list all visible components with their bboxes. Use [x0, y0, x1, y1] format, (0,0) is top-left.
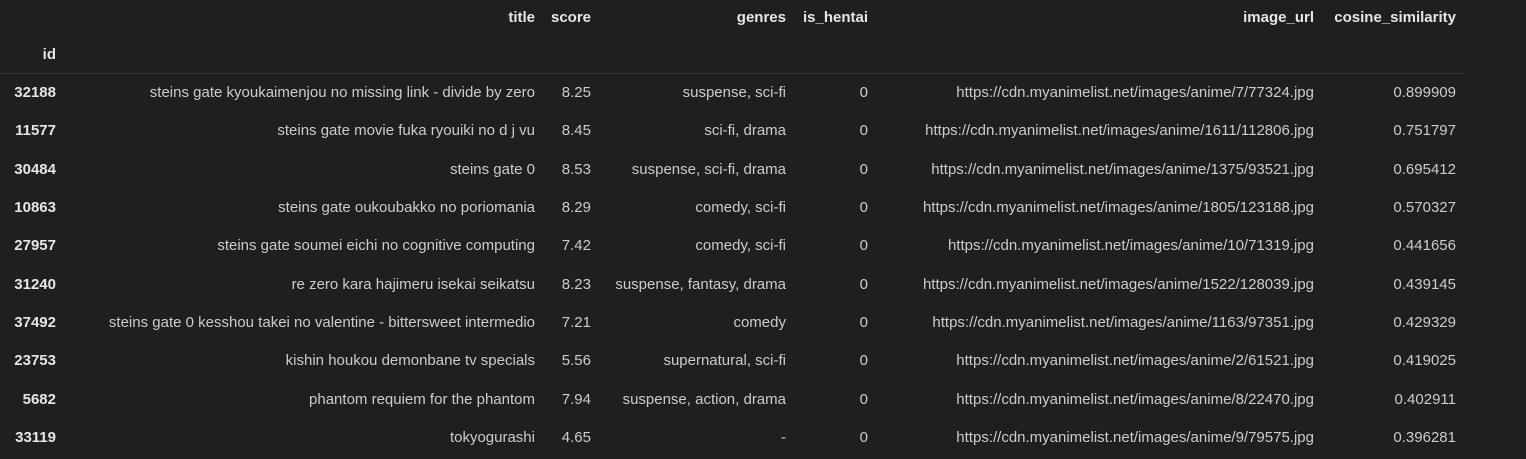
cell-genres: comedy, sci-fi	[695, 237, 786, 255]
cell-genres: suspense, sci-fi, drama	[631, 160, 786, 178]
cell-title: steins gate 0 kesshou takei no valentine…	[108, 313, 535, 331]
cell-image-url: https://cdn.myanimelist.net/images/anime…	[956, 390, 1314, 408]
column-header-genres: genres	[736, 9, 786, 26]
table-row: 23753 kishin houkou demonbane tv special…	[0, 342, 1464, 380]
cell-title: phantom requiem for the phantom	[309, 390, 535, 408]
cell-image-url: https://cdn.myanimelist.net/images/anime…	[956, 84, 1314, 102]
cell-score: 8.29	[561, 199, 591, 217]
cell-image-url: https://cdn.myanimelist.net/images/anime…	[956, 352, 1314, 370]
cell-title: steins gate movie fuka ryouiki no d j vu	[277, 122, 535, 140]
dataframe-output: title score genres is_hentai image_url c…	[0, 0, 1464, 456]
dataframe-table: title score genres is_hentai image_url c…	[0, 0, 1464, 456]
cell-cosine-similarity: 0.439145	[1393, 275, 1456, 293]
column-header-image-url: image_url	[1243, 9, 1314, 26]
table-row: 5682 phantom requiem for the phantom 7.9…	[0, 380, 1464, 418]
column-header-cosine-similarity: cosine_similarity	[1334, 9, 1456, 26]
cell-is-hentai: 0	[859, 275, 868, 293]
cell-is-hentai: 0	[859, 428, 868, 446]
cell-cosine-similarity: 0.751797	[1393, 122, 1456, 140]
table-row: 10863 steins gate oukoubakko no porioman…	[0, 188, 1464, 226]
cell-genres: supernatural, sci-fi	[663, 352, 786, 370]
table-body: 32188 steins gate kyoukaimenjou no missi…	[0, 74, 1464, 457]
cell-title: kishin houkou demonbane tv specials	[285, 352, 535, 370]
cell-score: 8.23	[561, 275, 591, 293]
table-header: title score genres is_hentai image_url c…	[0, 0, 1464, 74]
table-row: 32188 steins gate kyoukaimenjou no missi…	[0, 74, 1464, 112]
row-id: 33119	[15, 428, 56, 446]
table-row: 31240 re zero kara hajimeru isekai seika…	[0, 265, 1464, 303]
row-id: 10863	[14, 199, 56, 217]
cell-title: steins gate soumei eichi no cognitive co…	[217, 237, 535, 255]
cell-genres: sci-fi, drama	[704, 122, 786, 140]
index-name: id	[42, 45, 56, 63]
cell-cosine-similarity: 0.402911	[1394, 390, 1456, 408]
cell-is-hentai: 0	[859, 199, 868, 217]
table-row: 37492 steins gate 0 kesshou takei no val…	[0, 303, 1464, 341]
row-id: 23753	[14, 352, 56, 370]
cell-genres: comedy	[733, 313, 786, 331]
row-id: 31240	[14, 275, 56, 293]
cell-is-hentai: 0	[859, 352, 868, 370]
table-row: 27957 steins gate soumei eichi no cognit…	[0, 227, 1464, 265]
cell-genres: -	[781, 428, 786, 446]
cell-score: 4.65	[561, 428, 591, 446]
cell-cosine-similarity: 0.441656	[1393, 237, 1456, 255]
cell-is-hentai: 0	[859, 122, 868, 140]
cell-is-hentai: 0	[859, 84, 868, 102]
table-row: 30484 steins gate 0 8.53 suspense, sci-f…	[0, 150, 1464, 188]
cell-title: re zero kara hajimeru isekai seikatsu	[291, 275, 535, 293]
column-header-row: title score genres is_hentai image_url c…	[0, 0, 1464, 35]
cell-score: 8.53	[561, 160, 591, 178]
row-id: 32188	[14, 84, 56, 102]
row-id: 37492	[14, 313, 56, 331]
cell-score: 8.45	[561, 122, 591, 140]
cell-title: steins gate 0	[449, 160, 535, 178]
table-row: 33119 tokyogurashi 4.65 - 0 https://cdn.…	[0, 418, 1464, 456]
column-header-score: score	[551, 9, 592, 26]
cell-score: 5.56	[561, 352, 591, 370]
cell-cosine-similarity: 0.695412	[1393, 160, 1456, 178]
cell-score: 7.21	[561, 313, 591, 331]
cell-image-url: https://cdn.myanimelist.net/images/anime…	[925, 122, 1314, 140]
cell-title: steins gate kyoukaimenjou no missing lin…	[149, 84, 535, 102]
row-id: 5682	[22, 390, 56, 408]
cell-is-hentai: 0	[859, 160, 868, 178]
table-row: 11577 steins gate movie fuka ryouiki no …	[0, 112, 1464, 150]
cell-genres: suspense, fantasy, drama	[615, 275, 786, 293]
index-name-row: id	[0, 35, 1464, 74]
cell-image-url: https://cdn.myanimelist.net/images/anime…	[931, 160, 1314, 178]
cell-cosine-similarity: 0.570327	[1393, 199, 1456, 217]
cell-image-url: https://cdn.myanimelist.net/images/anime…	[932, 313, 1314, 331]
cell-cosine-similarity: 0.396281	[1393, 428, 1456, 446]
cell-image-url: https://cdn.myanimelist.net/images/anime…	[922, 275, 1314, 293]
cell-score: 7.42	[561, 237, 591, 255]
cell-genres: suspense, sci-fi	[682, 84, 786, 102]
cell-score: 8.25	[561, 84, 591, 102]
cell-is-hentai: 0	[859, 390, 868, 408]
column-header-is-hentai: is_hentai	[802, 9, 868, 26]
cell-title: steins gate oukoubakko no poriomania	[278, 199, 535, 217]
column-header-title: title	[508, 9, 535, 26]
cell-is-hentai: 0	[859, 237, 868, 255]
row-id: 11577	[15, 122, 56, 140]
cell-is-hentai: 0	[859, 313, 868, 331]
cell-title: tokyogurashi	[449, 428, 535, 446]
cell-image-url: https://cdn.myanimelist.net/images/anime…	[947, 237, 1314, 255]
row-id: 27957	[14, 237, 56, 255]
cell-genres: suspense, action, drama	[622, 390, 786, 408]
cell-image-url: https://cdn.myanimelist.net/images/anime…	[956, 428, 1314, 446]
index-corner-cell	[0, 0, 64, 35]
cell-cosine-similarity: 0.899909	[1393, 84, 1456, 102]
cell-score: 7.94	[561, 390, 591, 408]
cell-image-url: https://cdn.myanimelist.net/images/anime…	[922, 199, 1314, 217]
row-id: 30484	[14, 160, 56, 178]
cell-cosine-similarity: 0.429329	[1393, 313, 1456, 331]
cell-genres: comedy, sci-fi	[695, 199, 786, 217]
cell-cosine-similarity: 0.419025	[1393, 352, 1456, 370]
